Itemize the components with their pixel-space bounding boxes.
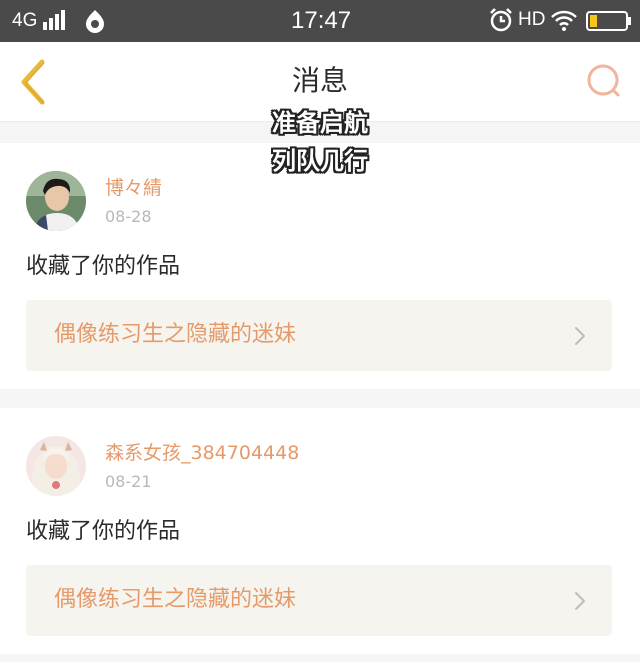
- chevron-right-icon: [574, 326, 586, 350]
- network-type: 4G: [12, 10, 38, 31]
- header: 消息: [0, 42, 640, 122]
- app-icon: [84, 9, 106, 37]
- chevron-right-icon: [574, 591, 586, 615]
- action-text: 收藏了你的作品: [26, 254, 181, 279]
- work-link[interactable]: 偶像练习生之隐藏的迷妹: [26, 565, 612, 636]
- status-bar: 4G 17:47 HD: [0, 0, 640, 42]
- username[interactable]: 博々綪: [105, 176, 162, 200]
- work-title: 偶像练习生之隐藏的迷妹: [54, 587, 297, 612]
- message-date: 08-21: [105, 472, 152, 491]
- page-title: 消息: [291, 64, 348, 97]
- work-link[interactable]: 偶像练习生之隐藏的迷妹: [26, 300, 612, 371]
- work-title: 偶像练习生之隐藏的迷妹: [54, 322, 297, 347]
- search-icon: [587, 64, 620, 97]
- wifi-icon: [550, 8, 578, 36]
- message-card: 博々綪 08-28 收藏了你的作品 偶像练习生之隐藏的迷妹: [0, 143, 640, 389]
- action-text: 收藏了你的作品: [26, 519, 181, 544]
- avatar[interactable]: [26, 436, 86, 496]
- hd-indicator: HD: [518, 9, 546, 30]
- divider: [0, 654, 640, 662]
- clock: 17:47: [291, 7, 352, 34]
- avatar[interactable]: [26, 171, 86, 231]
- username[interactable]: 森系女孩_384704448: [105, 441, 299, 465]
- message-card: 森系女孩_384704448 08-21 收藏了你的作品 偶像练习生之隐藏的迷妹: [0, 408, 640, 654]
- search-button[interactable]: [584, 62, 624, 102]
- signal-icon: [43, 9, 67, 35]
- battery-icon: [586, 11, 632, 35]
- alarm-icon: [489, 8, 513, 36]
- message-date: 08-28: [105, 207, 152, 226]
